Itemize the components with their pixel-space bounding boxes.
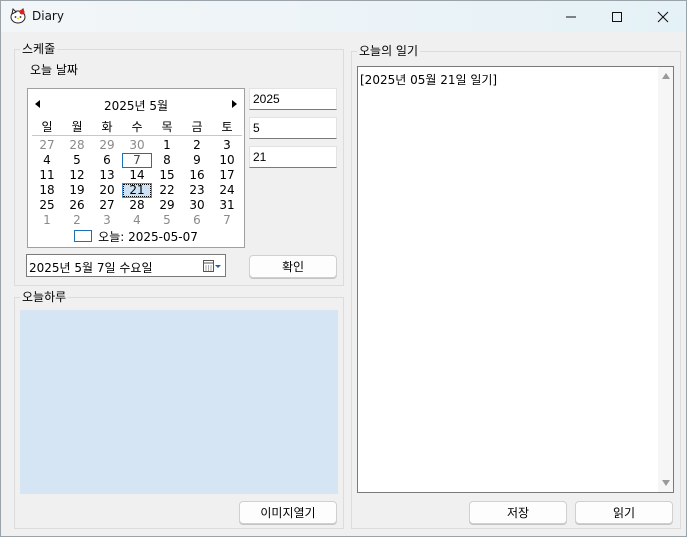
scroll-down-icon[interactable]	[662, 480, 670, 486]
minimize-icon	[566, 16, 576, 17]
title-bar[interactable]: Diary	[1, 1, 686, 32]
weekday-label: 일	[41, 120, 53, 134]
save-button[interactable]: 저장	[469, 501, 567, 524]
calendar-day[interactable]: 6	[92, 153, 122, 168]
calendar-week-row: 18 19 20 21 22 23 24	[32, 183, 242, 198]
confirm-button[interactable]: 확인	[249, 255, 337, 278]
weekday-label: 수	[131, 120, 143, 134]
day-field[interactable]	[249, 146, 337, 168]
calendar-day[interactable]: 19	[62, 183, 92, 198]
year-field[interactable]	[249, 88, 337, 110]
calendar-week-row: 25 26 27 28 29 30 31	[32, 198, 242, 213]
weekday-label: 토	[221, 120, 233, 134]
calendar-day[interactable]: 31	[212, 198, 242, 213]
calendar-day-selected[interactable]: 21	[122, 183, 152, 198]
calendar-day[interactable]: 30	[122, 138, 152, 153]
calendar-day[interactable]: 8	[152, 153, 182, 168]
month-field[interactable]	[249, 117, 337, 139]
calendar-day[interactable]: 4	[122, 213, 152, 228]
maximize-icon	[612, 11, 622, 22]
calendar-day[interactable]: 16	[182, 168, 212, 183]
calendar-day[interactable]: 9	[182, 153, 212, 168]
calendar-month-title[interactable]: 2025년 5월	[28, 97, 244, 114]
calendar-day[interactable]: 20	[92, 183, 122, 198]
calendar-day[interactable]: 30	[182, 198, 212, 213]
calendar-dropdown-icon[interactable]	[203, 260, 221, 275]
diary-scrollbar[interactable]	[658, 67, 673, 492]
maximize-button[interactable]	[594, 1, 640, 32]
today-marker-icon	[74, 230, 93, 242]
calendar-day[interactable]: 22	[152, 183, 182, 198]
calendar-day[interactable]: 14	[122, 168, 152, 183]
weekday-label: 목	[161, 120, 173, 134]
calendar-day[interactable]: 10	[212, 153, 242, 168]
calendar-day[interactable]: 5	[152, 213, 182, 228]
calendar-days: 27 28 29 30 1 2 3 4 5 6 7 8 9 10 11 12 13 14 15 16 17 18 19 20 2…	[32, 138, 242, 228]
today-date-label: 오늘 날짜	[28, 63, 80, 77]
picture-box[interactable]	[20, 310, 338, 494]
weekday-label: 금	[191, 120, 203, 134]
calendar-day[interactable]: 6	[182, 213, 212, 228]
calendar-day[interactable]: 5	[62, 153, 92, 168]
calendar-day[interactable]: 27	[32, 138, 62, 153]
calendar-day[interactable]: 3	[92, 213, 122, 228]
today-footer-text: 오늘: 2025-05-07	[98, 229, 198, 244]
calendar-day[interactable]: 29	[92, 138, 122, 153]
calendar-day[interactable]: 25	[32, 198, 62, 213]
close-icon	[657, 11, 669, 22]
calendar-day[interactable]: 23	[182, 183, 212, 198]
calendar-day[interactable]: 27	[92, 198, 122, 213]
daily-group-label: 오늘하루	[20, 290, 69, 304]
window-title: Diary	[32, 9, 64, 23]
close-button[interactable]	[640, 1, 686, 32]
calendar-day[interactable]: 13	[92, 168, 122, 183]
calendar-day[interactable]: 4	[32, 153, 62, 168]
calendar-day[interactable]: 24	[212, 183, 242, 198]
diary-group-label: 오늘의 일기	[357, 44, 421, 58]
hello-kitty-icon	[10, 7, 26, 24]
calendar-week-row: 1234567	[32, 213, 242, 228]
calendar-day[interactable]: 18	[32, 183, 62, 198]
next-month-icon[interactable]	[232, 100, 237, 108]
calendar-week-row: 4 5 6 7 8 9 10	[32, 153, 242, 168]
open-image-button[interactable]: 이미지열기	[239, 501, 337, 524]
calendar-day[interactable]: 29	[152, 198, 182, 213]
calendar-day[interactable]: 7	[212, 213, 242, 228]
calendar-day[interactable]: 1	[32, 213, 62, 228]
calendar-day[interactable]: 2	[182, 138, 212, 153]
diary-window: Diary 스케줄 오늘 날짜 2025년 5월 일월화수목금토 27 28 29 3…	[0, 0, 687, 537]
scroll-up-icon[interactable]	[662, 73, 670, 79]
calendar-day[interactable]: 26	[62, 198, 92, 213]
read-button[interactable]: 읽기	[575, 501, 673, 524]
calendar-day[interactable]: 12	[62, 168, 92, 183]
minimize-button[interactable]	[548, 1, 594, 32]
calendar-day-today[interactable]: 7	[122, 153, 152, 168]
date-picker-value: 2025년 5월 7일 수요일	[29, 261, 153, 275]
calendar-header: 2025년 5월	[28, 97, 244, 113]
diary-text: [2025년 05월 21일 일기]	[360, 73, 498, 87]
calendar-day[interactable]: 17	[212, 168, 242, 183]
weekday-label: 월	[71, 120, 83, 134]
date-picker[interactable]: 2025년 5월 7일 수요일	[26, 254, 226, 277]
calendar-week-row: 27 28 29 30 1 2 3	[32, 138, 242, 153]
calendar-day[interactable]: 3	[212, 138, 242, 153]
schedule-group-label: 스케줄	[20, 42, 58, 56]
calendar-day[interactable]: 28	[122, 198, 152, 213]
diary-textarea[interactable]: [2025년 05월 21일 일기]	[357, 66, 674, 493]
month-calendar[interactable]: 2025년 5월 일월화수목금토 27 28 29 30 1 2 3 4 5 6 7 8 9 10 11 12…	[27, 88, 245, 248]
calendar-day[interactable]: 15	[152, 168, 182, 183]
weekday-label: 화	[101, 120, 113, 134]
weekday-header: 일월화수목금토	[32, 120, 242, 136]
calendar-day[interactable]: 1	[152, 138, 182, 153]
calendar-day[interactable]: 11	[32, 168, 62, 183]
calendar-day[interactable]: 28	[62, 138, 92, 153]
calendar-today-footer[interactable]: 오늘: 2025-05-07	[28, 228, 244, 244]
calendar-week-row: 11 12 13 14 15 16 17	[32, 168, 242, 183]
calendar-day[interactable]: 2	[62, 213, 92, 228]
